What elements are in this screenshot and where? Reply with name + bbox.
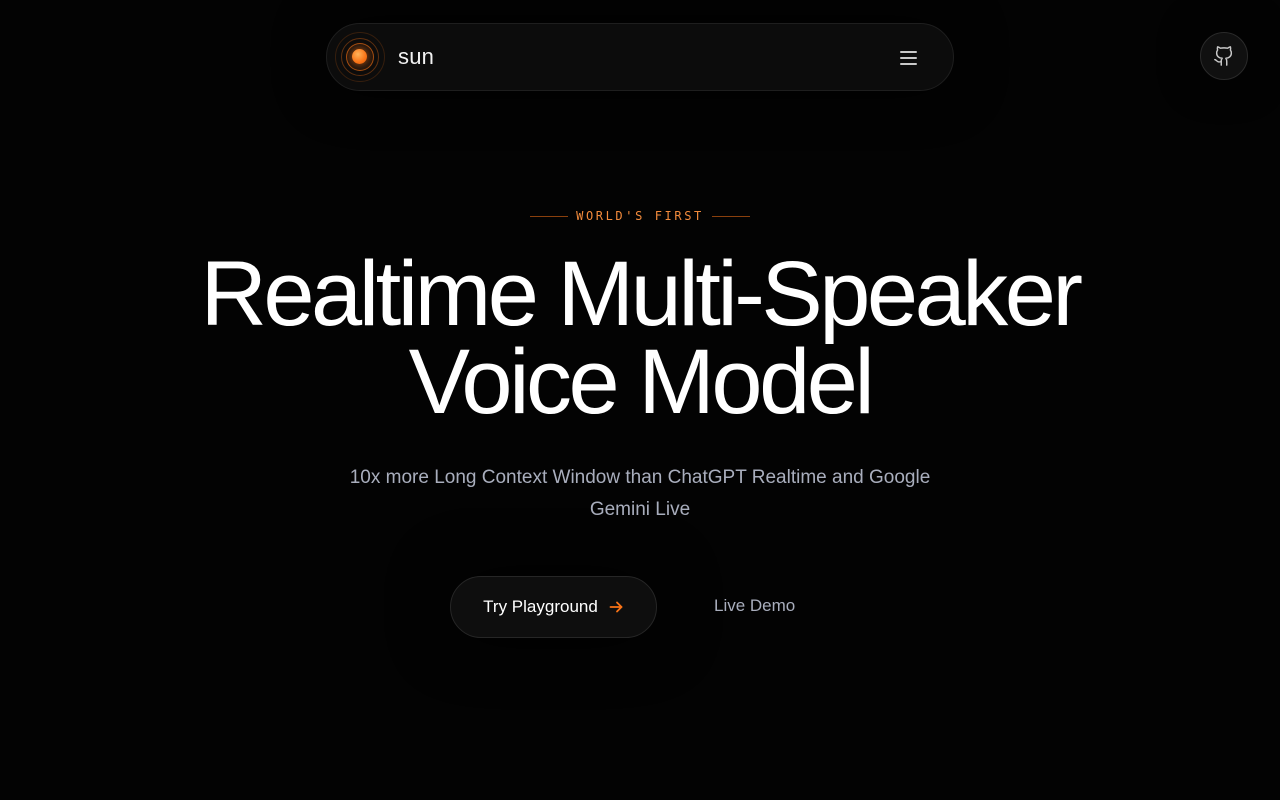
hamburger-menu-icon[interactable] (899, 48, 919, 68)
arrow-right-icon (608, 599, 624, 615)
live-demo-link[interactable]: Live Demo (714, 596, 795, 616)
brand-name: sun (398, 44, 435, 69)
headline-line-2: Voice Model (408, 331, 875, 433)
github-button[interactable] (1200, 32, 1248, 80)
top-navbar: sun (326, 23, 954, 91)
headline-line-1: Realtime Multi-Speaker (200, 243, 1083, 345)
hero-headline: Realtime Multi-Speaker Voice Model (0, 243, 1280, 433)
try-playground-button[interactable]: Try Playground (450, 576, 657, 638)
page: sun WORLD'S FIRST Realtime Multi-Speaker… (0, 0, 1280, 800)
hero-actions: Try Playground Live Demo (0, 576, 1280, 638)
sun-logo-icon (335, 32, 385, 82)
brand-link[interactable]: sun (335, 32, 434, 82)
eyebrow-text: WORLD'S FIRST (576, 209, 704, 223)
hero-subtitle: 10x more Long Context Window than ChatGP… (349, 467, 931, 520)
github-icon (1214, 46, 1233, 66)
eyebrow: WORLD'S FIRST (0, 209, 1280, 223)
try-playground-label: Try Playground (483, 597, 598, 616)
eyebrow-divider-right (711, 215, 750, 217)
eyebrow-divider-left (530, 215, 569, 217)
